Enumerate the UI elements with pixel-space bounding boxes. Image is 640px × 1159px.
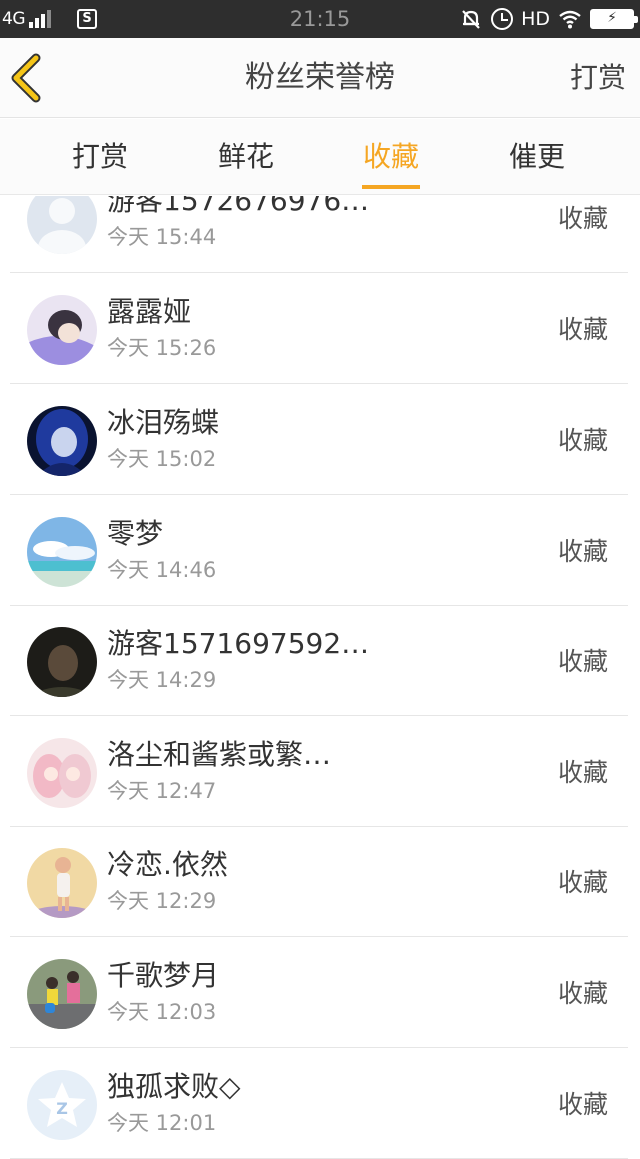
fan-time: 今天 15:44 (107, 225, 217, 249)
page-title: 粉丝荣誉榜 (245, 60, 395, 95)
list-item[interactable]: 洛尘和酱紫或繁… 今天 12:47 收藏 (10, 717, 628, 827)
tab-label: 打赏 (71, 140, 128, 173)
fan-time: 今天 14:46 (107, 558, 217, 582)
fan-name: 游客1571697592… (107, 627, 370, 660)
fan-action: 收藏 (557, 868, 608, 897)
fan-time: 今天 15:02 (107, 447, 217, 471)
fan-action: 收藏 (557, 315, 608, 344)
list-item[interactable]: 千歌梦月 今天 12:03 收藏 (10, 938, 628, 1048)
fan-action: 收藏 (557, 537, 608, 566)
list-item[interactable]: 游客1572676976… 今天 15:44 收藏 (10, 196, 628, 273)
avatar (27, 517, 97, 587)
battery-charging-icon: ⚡ (590, 9, 638, 29)
list-item[interactable]: 游客1571697592… 今天 14:29 收藏 (10, 606, 628, 716)
fan-action: 收藏 (557, 758, 608, 787)
list-item[interactable]: 零梦 今天 14:46 收藏 (10, 496, 628, 606)
hd-label: HD (521, 8, 550, 30)
list-item[interactable]: 露露娅 今天 15:26 收藏 (10, 274, 628, 384)
list-item[interactable]: 冰泪殇蝶 今天 15:02 收藏 (10, 385, 628, 495)
reward-button[interactable]: 打赏 (570, 38, 626, 118)
header-bar: 粉丝荣誉榜 打赏 (0, 38, 640, 118)
tab-label: 催更 (508, 140, 565, 173)
alarm-icon (491, 8, 514, 30)
fan-name: 独孤求败◇ (107, 1070, 241, 1103)
avatar: Z (27, 1070, 97, 1140)
fan-name: 冷恋.依然 (107, 848, 228, 881)
tab-bar: 打赏 鲜花 收藏 催更 (0, 119, 640, 195)
fan-time: 今天 14:29 (107, 668, 217, 692)
tab-urge-update[interactable]: 催更 (477, 119, 597, 195)
avatar (27, 738, 97, 808)
tab-reward[interactable]: 打赏 (40, 119, 160, 195)
tab-label: 收藏 (362, 140, 419, 173)
fan-action: 收藏 (557, 647, 608, 676)
fan-action: 收藏 (557, 426, 608, 455)
fan-action: 收藏 (557, 1090, 608, 1119)
list-item[interactable]: Z 独孤求败◇ 今天 12:01 收藏 (10, 1049, 628, 1159)
fan-time: 今天 12:03 (107, 1000, 217, 1024)
avatar (27, 959, 97, 1029)
fan-name: 洛尘和酱紫或繁… (107, 738, 332, 771)
fan-name: 露露娅 (107, 295, 192, 328)
avatar (27, 196, 97, 254)
status-bar: 4G S 21:15 HD ⚡ (0, 0, 640, 38)
fan-time: 今天 12:01 (107, 1111, 217, 1135)
fan-name: 冰泪殇蝶 (107, 406, 220, 439)
tab-flowers[interactable]: 鲜花 (186, 119, 306, 195)
avatar (27, 406, 97, 476)
fan-list[interactable]: 游客1572676976… 今天 15:44 收藏 露露娅 今天 15:26 收… (0, 196, 640, 1159)
tab-label: 鲜花 (217, 140, 274, 173)
fan-time: 今天 12:47 (107, 779, 217, 803)
fan-time: 今天 15:26 (107, 336, 217, 360)
mute-icon (462, 10, 480, 29)
fan-action: 收藏 (557, 979, 608, 1008)
avatar (27, 295, 97, 365)
avatar (27, 627, 97, 697)
fan-name: 游客1572676976… (107, 196, 370, 217)
list-item[interactable]: 冷恋.依然 今天 12:29 收藏 (10, 827, 628, 937)
fan-action: 收藏 (557, 204, 608, 233)
wifi-icon (559, 10, 581, 29)
fan-name: 零梦 (107, 517, 164, 550)
svg-text:Z: Z (56, 1099, 68, 1118)
avatar (27, 848, 97, 918)
fan-name: 千歌梦月 (107, 959, 220, 992)
fan-time: 今天 12:29 (107, 889, 217, 913)
tab-underline (362, 185, 420, 189)
tab-favorites[interactable]: 收藏 (331, 119, 451, 195)
